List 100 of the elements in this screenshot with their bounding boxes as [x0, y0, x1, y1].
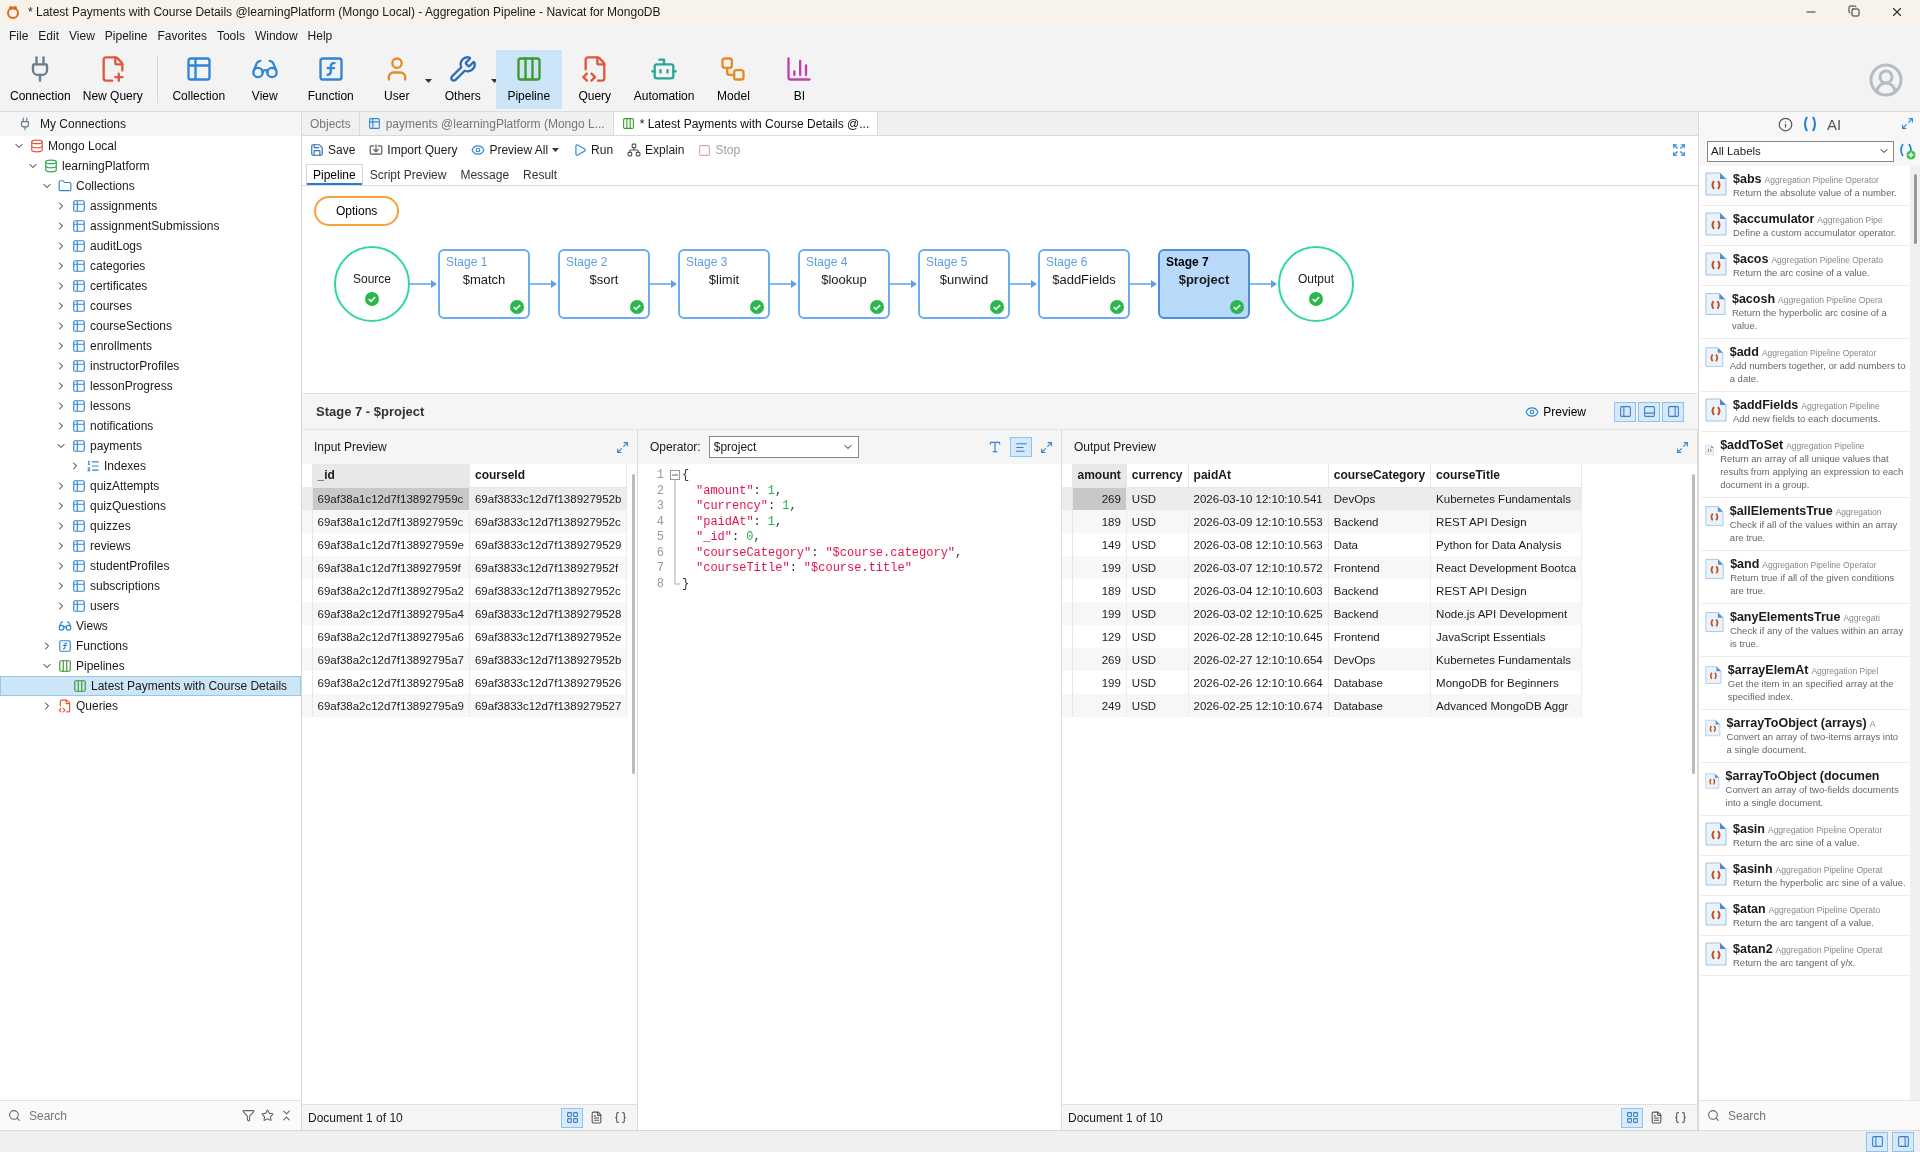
toolbar-button[interactable]: User [363, 50, 430, 109]
operator-item[interactable]: $accumulator Aggregation Pipe Define a custom accumulator operator. [1701, 206, 1910, 246]
column-header[interactable]: amount [1072, 464, 1127, 487]
tree-item[interactable]: Mongo Local [0, 136, 301, 156]
tree-item[interactable]: categories [0, 256, 301, 276]
source-node[interactable]: Source [334, 246, 410, 322]
operator-item[interactable]: $acosh Aggregation Pipeline Opera Return the hyperbolic arc cosine of a value. [1701, 286, 1910, 339]
operator-item[interactable]: $arrayElemAt Aggregation Pipel Get the item in an specified array at the specified index. [1701, 657, 1910, 710]
operator-item[interactable]: $abs Aggregation Pipeline Operator Return the absolute value of a number. [1701, 166, 1910, 206]
fullscreen-icon[interactable] [1672, 143, 1686, 157]
toolbar-button[interactable]: Others [429, 50, 496, 109]
toolbar-button[interactable]: Collection [165, 50, 232, 109]
toolbar-button[interactable]: Query [561, 50, 628, 109]
options-button[interactable]: Options [314, 196, 400, 226]
tree-item[interactable]: assignmentSubmissions [0, 216, 301, 236]
operator-item[interactable]: $allElementsTrue Aggregation Check if all of the values within an array are true. [1701, 498, 1910, 551]
operator-item[interactable]: $add Aggregation Pipeline Operator Add numbers together, or add numbers to a date. [1701, 339, 1910, 392]
table-row[interactable]: 149 USD 2026-03-08 12:10:10.563 Data Python for Data Analysis [1062, 533, 1582, 556]
operator-item[interactable]: $addFields Aggregation Pipeline Add new fields to each documents. [1701, 392, 1910, 432]
table-row[interactable]: 199 USD 2026-03-02 12:10:10.625 Backend Node.js API Development [1062, 602, 1582, 625]
toolbar-button[interactable]: Connection [4, 50, 77, 109]
toolbar-button[interactable]: New Query [76, 50, 149, 109]
tree-item[interactable]: learningPlatform [0, 156, 301, 176]
stage-node[interactable]: Stage 6 $addFields [1038, 249, 1130, 319]
stage-node[interactable]: Stage 3 $limit [678, 249, 770, 319]
table-row[interactable]: 69af38a1c12d7f138927959c 69af3833c12d7f138927952c [302, 510, 627, 533]
expand-icon[interactable] [1901, 117, 1914, 130]
toolbar-button[interactable]: Run [569, 141, 618, 159]
expand-icon[interactable] [616, 440, 629, 454]
tree-item[interactable]: Collections [0, 176, 301, 196]
table-row[interactable]: 69af38a1c12d7f138927959c 69af3833c12d7f138927952b [302, 487, 627, 510]
toolbar-button[interactable]: View [231, 50, 298, 109]
operator-item[interactable]: $atan2 Aggregation Pipeline Operat Return the arc tangent of y/x. [1701, 936, 1910, 976]
tree-item[interactable]: studentProfiles [0, 556, 301, 576]
avatar-icon[interactable] [1868, 61, 1904, 98]
table-row[interactable]: 69af38a2c12d7f13892795a6 69af3833c12d7f138927952e [302, 625, 627, 648]
menu-item[interactable]: Help [302, 29, 338, 43]
table-row[interactable]: 69af38a1c12d7f138927959f 69af3833c12d7f138927952f [302, 556, 627, 579]
tree-item[interactable]: payments [0, 436, 301, 456]
tab[interactable]: Script Preview [362, 164, 454, 185]
tree-item[interactable]: auditLogs [0, 236, 301, 256]
menu-item[interactable]: View [64, 29, 100, 43]
tree-item[interactable]: Functions [0, 636, 301, 656]
expand-icon[interactable] [1676, 440, 1689, 454]
column-header[interactable]: currency [1126, 464, 1189, 487]
column-header[interactable]: _id [312, 464, 470, 487]
tree-item[interactable]: lessons [0, 396, 301, 416]
toolbar-button[interactable]: Automation [627, 50, 701, 109]
toolbar-button[interactable]: Explain [623, 141, 689, 159]
add-operator-icon[interactable] [1898, 142, 1916, 160]
stage-node[interactable]: Stage 1 $match [438, 249, 530, 319]
collapse-icon[interactable] [280, 1109, 293, 1122]
tree-item[interactable]: courseSections [0, 316, 301, 336]
table-row[interactable]: 269 USD 2026-03-10 12:10:10.541 DevOps Kubernetes Fundamentals [1062, 487, 1582, 510]
menu-item[interactable]: File [4, 29, 34, 43]
table-row[interactable]: 249 USD 2026-02-25 12:10:10.674 Database Advanced MongoDB Aggr [1062, 694, 1582, 717]
label-filter-select[interactable]: All Labels [1707, 140, 1894, 162]
tree-item[interactable]: Latest Payments with Course Details [0, 676, 301, 696]
operator-item[interactable]: $asinh Aggregation Pipeline Operat Return the hyperbolic arc sine of a value. [1701, 856, 1910, 896]
layout-button[interactable] [1638, 401, 1660, 422]
operator-item[interactable]: $anyElementsTrue Aggregati Check if any of the values within an array is true. [1701, 604, 1910, 657]
table-row[interactable]: 269 USD 2026-02-27 12:10:10.654 DevOps Kubernetes Fundamentals [1062, 648, 1582, 671]
stage-node[interactable]: Stage 5 $unwind [918, 249, 1010, 319]
search-field[interactable]: Search [27, 1107, 236, 1124]
output-node[interactable]: Output [1278, 246, 1354, 322]
table-row[interactable]: 69af38a2c12d7f13892795a4 69af3833c12d7f1389279528 [302, 602, 627, 625]
operator-select[interactable]: $project [708, 436, 859, 458]
column-header[interactable]: paidAt [1188, 464, 1329, 487]
menu-item[interactable]: Pipeline [99, 29, 153, 43]
toolbar-button[interactable]: Function [297, 50, 364, 109]
toolbar-button[interactable]: Pipeline [495, 50, 562, 109]
stage-node[interactable]: Stage 7 $project [1158, 249, 1250, 319]
grid-view-button[interactable] [1621, 1107, 1643, 1128]
table-row[interactable]: 69af38a1c12d7f138927959e 69af3833c12d7f1389279529 [302, 533, 627, 556]
table-row[interactable]: 189 USD 2026-03-09 12:10:10.553 Backend REST API Design [1062, 510, 1582, 533]
table-row[interactable]: 189 USD 2026-03-04 12:10:10.603 Backend REST API Design [1062, 579, 1582, 602]
toolbar-button[interactable]: Preview All [467, 141, 564, 159]
tree-item[interactable]: certificates [0, 276, 301, 296]
info-tab[interactable] [1777, 116, 1793, 132]
tree-item[interactable]: Views [0, 616, 301, 636]
toolbar-button[interactable]: Save [306, 141, 360, 159]
filter-icon[interactable] [242, 1109, 255, 1122]
document-tab[interactable]: * Latest Payments with Course Details @... [613, 112, 879, 135]
table-row[interactable]: 69af38a2c12d7f13892795a9 69af3833c12d7f1389279527 [302, 694, 627, 717]
tab[interactable]: Result [516, 164, 565, 185]
stage-node[interactable]: Stage 4 $lookup [798, 249, 890, 319]
tree-item[interactable]: reviews [0, 536, 301, 556]
expand-icon[interactable] [1040, 440, 1053, 454]
toolbar-button[interactable]: Import Query [365, 141, 462, 159]
tree-item[interactable]: lessonProgress [0, 376, 301, 396]
toolbar-button[interactable]: Model [700, 50, 767, 109]
tab[interactable]: Message [453, 164, 517, 185]
layout-button[interactable] [1892, 1131, 1914, 1152]
tree-item[interactable]: enrollments [0, 336, 301, 356]
tab[interactable]: Pipeline [306, 164, 363, 185]
toolbar-button[interactable]: BI [766, 50, 833, 109]
operator-item[interactable]: $acos Aggregation Pipeline Operato Return the arc cosine of a value. [1701, 246, 1910, 286]
tree-item[interactable]: quizzes [0, 516, 301, 536]
close-icon[interactable] [1890, 5, 1904, 19]
grid-view-button[interactable] [561, 1107, 583, 1128]
